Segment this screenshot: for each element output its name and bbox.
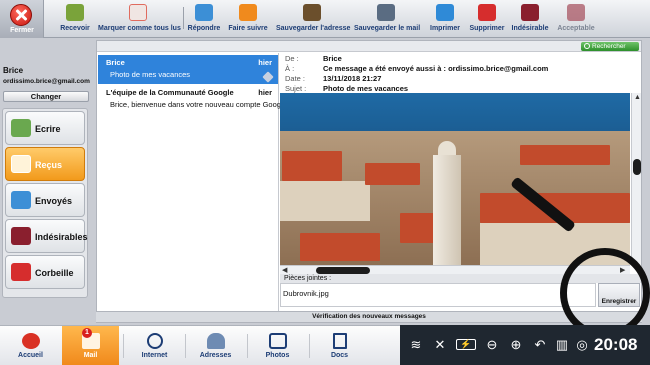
scrollbar-thumb[interactable] — [633, 159, 641, 175]
globe-icon — [146, 333, 163, 349]
photo-wall — [280, 181, 370, 221]
taskbar-separator — [123, 334, 124, 358]
folder-trash[interactable]: Corbeille — [5, 255, 85, 289]
taskbar-mail[interactable]: 1 Mail — [62, 326, 119, 365]
photo-roof — [365, 163, 420, 185]
message-subject: Photo de mes vacances — [110, 70, 191, 79]
documents-icon — [332, 333, 347, 349]
message-sender: L'équipe de la Communauté Google — [106, 88, 234, 97]
printer-icon — [436, 4, 454, 21]
message-item[interactable]: Brice hier Photo de mes vacances — [98, 55, 278, 84]
zoom-in-icon[interactable]: ⊕ — [508, 338, 524, 352]
attachment-filename[interactable]: Dubrovnik.jpg — [283, 289, 329, 298]
home-icon — [21, 333, 40, 349]
system-tray: ≋ ✕ ⚡ ⊖ ⊕ ↶ ▥ ◎ 20:08 — [400, 325, 650, 365]
sent-icon — [11, 191, 31, 209]
forward-button[interactable]: Faire suivre — [228, 4, 268, 36]
address-book-icon — [303, 4, 321, 21]
scroll-up-icon[interactable]: ▲ — [634, 94, 641, 101]
photo-vertical-scrollbar[interactable]: ▲ — [631, 93, 641, 265]
header-date: Date :13/11/2018 21:27 — [285, 74, 382, 83]
message-headers: De : Brice À : Ce message a été envoyé aus… — [280, 53, 640, 93]
undo-icon[interactable]: ↶ — [532, 338, 548, 352]
taskbar-contacts[interactable]: Adresses — [187, 326, 244, 365]
battery-icon[interactable]: ⚡ — [456, 339, 476, 350]
search-bar: Rechercher — [97, 41, 641, 52]
folder-compose[interactable]: Ecrire — [5, 111, 85, 145]
mark-all-read-button[interactable]: Marquer comme tous lus — [98, 4, 181, 36]
compose-icon — [11, 119, 31, 137]
search-icon — [584, 43, 590, 49]
print-button[interactable]: Imprimer — [428, 4, 462, 36]
account-name: Brice — [3, 66, 24, 75]
folder-sent[interactable]: Envoyés — [5, 183, 85, 217]
scrollbar-thumb[interactable] — [316, 267, 370, 274]
header-to: À : Ce message a été envoyé aussi à : ord… — [285, 64, 549, 73]
spam-bin-icon — [521, 4, 539, 21]
message-item[interactable]: L'équipe de la Communauté Google hier Br… — [98, 85, 287, 114]
header-from: De : Brice — [285, 54, 342, 63]
scroll-left-icon[interactable]: ◀ — [282, 266, 287, 274]
message-date: hier — [258, 88, 272, 97]
save-address-button[interactable]: Sauvegarder l'adresse — [276, 4, 350, 36]
delete-button[interactable]: Supprimer — [469, 4, 505, 36]
contacts-icon — [206, 333, 225, 349]
taskbar-separator — [309, 334, 310, 358]
folder-spam[interactable]: Indésirables — [5, 219, 88, 253]
spam-icon — [11, 227, 31, 245]
change-account-button[interactable]: Changer — [3, 91, 89, 102]
search-button[interactable]: Rechercher — [581, 42, 639, 51]
close-button[interactable]: Fermer — [0, 0, 44, 38]
photo-roof — [282, 151, 342, 181]
help-lifebuoy-icon[interactable]: ◎ — [574, 338, 590, 352]
save-mail-icon — [377, 4, 395, 21]
mute-icon[interactable]: ✕ — [432, 338, 448, 352]
taskbar-docs[interactable]: Docs — [311, 326, 368, 365]
taskbar-internet[interactable]: Internet — [126, 326, 183, 365]
forward-icon — [239, 4, 257, 21]
spam-button[interactable]: Indésirable — [511, 4, 549, 36]
trash-icon[interactable]: ▥ — [554, 338, 570, 352]
top-toolbar: Fermer Recevoir Marquer comme tous lus R… — [0, 0, 650, 38]
attached-photo — [280, 93, 630, 265]
reply-icon — [195, 4, 213, 21]
message-subject: Brice, bienvenue dans votre nouveau comp… — [110, 100, 287, 109]
zoom-out-icon[interactable]: ⊖ — [484, 338, 500, 352]
photo-roof — [520, 145, 610, 165]
message-date: hier — [258, 58, 272, 67]
photo-roof — [300, 233, 380, 261]
trash-icon — [478, 4, 496, 21]
account-email: ordissimo.brice@gmail.com — [3, 78, 90, 85]
message-sender: Brice — [106, 58, 125, 67]
header-subject: Sujet : Photo de mes vacances — [285, 84, 409, 93]
account-panel: Brice ordissimo.brice@gmail.com Changer — [3, 66, 90, 104]
reply-button[interactable]: Répondre — [187, 4, 221, 36]
camera-icon — [268, 333, 287, 349]
folder-list: Ecrire Reçus Envoyés Indésirables Corbei… — [2, 108, 88, 298]
mail-main-panel: Rechercher Brice hier Photo de mes vacan… — [96, 40, 642, 323]
photo-bell-tower — [433, 155, 461, 265]
taskbar-photos[interactable]: Photos — [249, 326, 306, 365]
inbox-icon — [11, 155, 31, 173]
toolbar-separator — [183, 7, 184, 29]
trash-icon — [11, 263, 31, 281]
wifi-icon[interactable]: ≋ — [408, 338, 424, 352]
taskbar-home[interactable]: Accueil — [2, 326, 59, 365]
unread-badge: 1 — [82, 328, 92, 338]
taskbar-separator — [185, 334, 186, 358]
envelope-read-icon — [129, 4, 147, 21]
folder-inbox[interactable]: Reçus — [5, 147, 85, 181]
inbox-receive-icon — [66, 4, 84, 21]
close-icon — [10, 4, 32, 26]
close-label: Fermer — [10, 27, 34, 34]
accept-button[interactable]: Acceptable — [556, 4, 596, 36]
clock: 20:08 — [594, 335, 638, 354]
status-bar: Vérification des nouveaux messages — [96, 311, 642, 322]
save-mail-button[interactable]: Sauvegarder le mail — [354, 4, 420, 36]
receive-button[interactable]: Recevoir — [60, 4, 90, 36]
taskbar-separator — [247, 334, 248, 358]
message-list: Brice hier Photo de mes vacances L'équip… — [97, 53, 287, 311]
accept-bin-icon — [567, 4, 585, 21]
